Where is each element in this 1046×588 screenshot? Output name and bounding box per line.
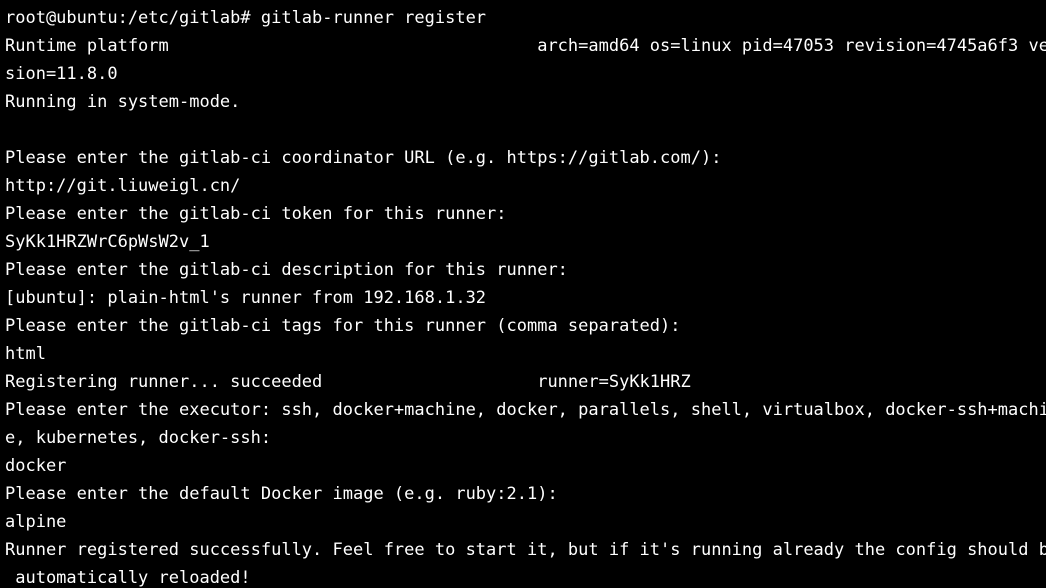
user-input-line: alpine — [5, 512, 67, 532]
output-line: Runner registered successfully. Feel fre… — [5, 540, 1046, 560]
user-input-line: [ubuntu]: plain-html's runner from 192.1… — [5, 288, 487, 308]
terminal-window[interactable]: root@ubuntu:/etc/gitlab# gitlab-runner r… — [0, 0, 1046, 588]
prompt-question-line: Please enter the default Docker image (e… — [5, 484, 558, 504]
prompt-question-line: Please enter the gitlab-ci tags for this… — [5, 316, 681, 336]
prompt-question-line: Please enter the executor: ssh, docker+m… — [5, 400, 1046, 420]
command-prompt-line: root@ubuntu:/etc/gitlab# gitlab-runner r… — [5, 8, 487, 28]
prompt-question-line: Please enter the gitlab-ci description f… — [5, 260, 568, 280]
user-input-line: SyKk1HRZWrC6pWsW2v_1 — [5, 232, 210, 252]
output-line: Running in system-mode. — [5, 92, 241, 112]
output-line: Runtime platform arch=amd64 os=linux pid… — [5, 36, 1046, 56]
output-line: automatically reloaded! — [5, 568, 251, 588]
output-line: Registering runner... succeeded runner=S… — [5, 372, 691, 392]
prompt-question-line: Please enter the gitlab-ci coordinator U… — [5, 148, 722, 168]
user-input-line: http://git.liuweigl.cn/ — [5, 176, 241, 196]
user-input-line: html — [5, 344, 46, 364]
user-input-line: docker — [5, 456, 67, 476]
prompt-question-line: e, kubernetes, docker-ssh: — [5, 428, 272, 448]
output-line: sion=11.8.0 — [5, 64, 118, 84]
prompt-question-line: Please enter the gitlab-ci token for thi… — [5, 204, 507, 224]
